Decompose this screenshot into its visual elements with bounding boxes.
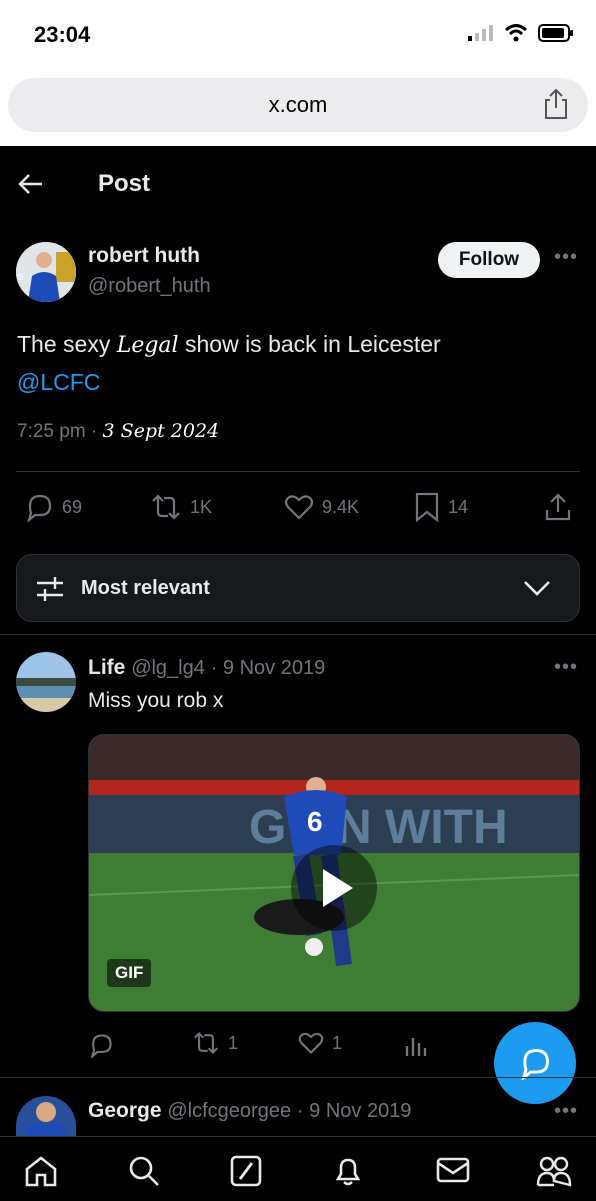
play-icon [323, 869, 353, 907]
reply-author-name[interactable]: George [88, 1099, 162, 1122]
author-name[interactable]: robert huth [88, 244, 200, 268]
compose-reply-button[interactable] [494, 1022, 576, 1104]
browser-toolbar: x.com [0, 72, 596, 146]
search-icon[interactable] [128, 1155, 160, 1187]
divider [16, 471, 580, 472]
post-time: 7:25 pm · [17, 421, 98, 442]
handwritten-word: Legal [116, 333, 179, 358]
repost-icon [193, 1031, 219, 1055]
bookmark-icon [415, 492, 439, 522]
chevron-down-icon [524, 581, 550, 596]
status-icons [468, 24, 574, 42]
more-horizontal-icon[interactable]: ••• [554, 246, 578, 269]
reply-author-handle[interactable]: @lg_lg4 [131, 657, 205, 679]
reply-repost-count: 1 [228, 1032, 239, 1053]
divider [0, 1077, 596, 1078]
gif-media[interactable]: G ON WITH 6 GIF [88, 734, 580, 1012]
author-handle[interactable]: @robert_huth [88, 275, 211, 298]
wifi-icon [504, 24, 528, 42]
home-icon[interactable] [24, 1155, 58, 1187]
divider [0, 634, 596, 635]
repost-icon [152, 494, 180, 520]
reply-like-count: 1 [332, 1032, 343, 1053]
reply-button[interactable]: 69 [24, 492, 82, 522]
reply-like-button[interactable]: 1 [298, 1030, 342, 1056]
avatar[interactable] [16, 652, 76, 712]
post-text: The sexy Legal show is back in Leicester… [17, 326, 577, 400]
reply-icon[interactable] [88, 1032, 114, 1058]
post-text-end: show is back in Leicester [178, 331, 441, 357]
compose-icon [521, 1049, 549, 1080]
reply-author-name[interactable]: Life [88, 656, 125, 679]
url-text: x.com [268, 92, 328, 117]
people-icon[interactable] [536, 1155, 572, 1187]
post-actions: 69 1K 9.4K 14 [0, 488, 596, 528]
repost-count: 1K [190, 496, 213, 517]
avatar-image: 5 [16, 242, 76, 302]
bookmark-button[interactable]: 14 [414, 492, 468, 522]
play-button[interactable] [291, 845, 377, 931]
status-time: 23:04 [34, 22, 91, 47]
reply-header: Life @lg_lg4 · 9 Nov 2019 [88, 656, 325, 680]
post-header: Post [0, 146, 596, 224]
reply-text: Miss you rob x [88, 689, 224, 712]
page-title: Post [98, 170, 151, 197]
bell-icon[interactable] [332, 1155, 364, 1187]
bottom-nav [0, 1136, 596, 1201]
battery-icon [538, 24, 573, 42]
reply-count: 69 [62, 496, 83, 517]
sort-label: Most relevant [81, 577, 210, 599]
handwritten-date: 3 Sept 2024 [102, 420, 220, 442]
mail-icon[interactable] [436, 1155, 470, 1185]
svg-text:6: 6 [307, 806, 323, 837]
like-button[interactable]: 9.4K [284, 492, 359, 522]
more-horizontal-icon[interactable]: ••• [554, 1100, 578, 1123]
avatar[interactable]: 5 [16, 242, 76, 302]
reply-icon [27, 494, 52, 522]
address-bar[interactable]: x.com [8, 78, 588, 132]
cellular-signal-icon [468, 25, 493, 41]
heart-icon [284, 495, 314, 520]
reply-date: · 9 Nov 2019 [210, 657, 326, 679]
reply-header: George @lcfcgeorgee · 9 Nov 2019 [88, 1099, 411, 1123]
analytics-icon[interactable] [404, 1034, 428, 1056]
mention-link[interactable]: @LCFC [17, 369, 100, 395]
reply-author-handle[interactable]: @lcfcgeorgee [167, 1100, 291, 1122]
repost-button[interactable]: 1K [150, 492, 212, 522]
grok-icon[interactable] [230, 1155, 262, 1187]
reply-repost-button[interactable]: 1 [192, 1030, 238, 1056]
share-icon[interactable] [542, 88, 570, 120]
bookmark-count: 14 [448, 496, 469, 517]
heart-icon [298, 1032, 324, 1055]
like-count: 9.4K [322, 496, 360, 517]
post-timestamp: 7:25 pm · 3 Sept 2024 [17, 420, 219, 443]
avatar-image [16, 1096, 76, 1136]
more-horizontal-icon[interactable]: ••• [554, 656, 578, 679]
sliders-icon [37, 577, 63, 601]
status-bar: 23:04 [0, 0, 596, 72]
avatar[interactable] [16, 1096, 76, 1136]
follow-button[interactable]: Follow [438, 242, 540, 278]
share-icon[interactable] [544, 492, 572, 522]
reply-date: · 9 Nov 2019 [296, 1100, 412, 1122]
svg-text:5: 5 [18, 272, 24, 283]
arrow-left-icon[interactable] [16, 172, 44, 196]
sort-selector[interactable]: Most relevant [16, 554, 580, 622]
post-text-start: The sexy [17, 331, 117, 357]
gif-badge: GIF [107, 959, 152, 987]
avatar-image [16, 652, 76, 712]
